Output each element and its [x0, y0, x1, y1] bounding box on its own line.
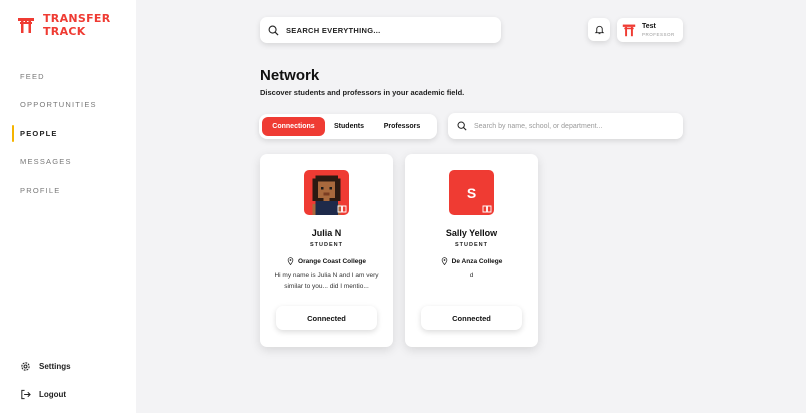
book-icon — [482, 205, 492, 213]
tab-professors[interactable]: Professors — [373, 117, 431, 136]
sidebar-item-feed[interactable]: FEED — [0, 62, 136, 91]
global-search-placeholder: SEARCH EVERYTHING... — [286, 25, 381, 35]
sidebar: TRANSFER TRACK FEED OPPORTUNITIES PEOPLE… — [0, 0, 136, 413]
search-icon — [457, 121, 467, 131]
logout-label: Logout — [39, 389, 67, 399]
tab-students[interactable]: Students — [325, 117, 373, 136]
avatar: S — [449, 170, 494, 215]
search-icon — [268, 25, 279, 36]
page-title: Network — [260, 67, 320, 84]
avatar-initial: S — [466, 184, 477, 201]
notifications-button[interactable] — [588, 18, 610, 41]
page-subtitle: Discover students and professors in your… — [260, 88, 465, 97]
sidebar-bottom: Settings Logout — [20, 352, 71, 408]
tab-connections[interactable]: Connections — [262, 117, 325, 136]
network-tabs: Connections Students Professors — [259, 114, 437, 139]
sidebar-item-messages[interactable]: MESSAGES — [0, 148, 136, 177]
person-name: Sally Yellow — [445, 228, 498, 238]
people-search-input[interactable]: Search by name, school, or department... — [448, 113, 683, 139]
user-menu[interactable]: Test PROFESSOR — [617, 18, 683, 42]
person-role: STUDENT — [455, 242, 488, 248]
location-pin-icon — [287, 257, 294, 265]
gear-icon — [21, 361, 30, 371]
sidebar-item-profile[interactable]: PROFILE — [0, 176, 136, 205]
location-pin-icon — [441, 257, 447, 265]
connected-button[interactable]: Connected — [276, 306, 377, 330]
logo-line-1: TRANSFER — [43, 12, 111, 25]
person-bio: d — [469, 272, 474, 279]
user-name: Test — [642, 22, 656, 30]
person-school: Orange Coast College — [260, 257, 393, 265]
person-school-name: De Anza College — [451, 257, 503, 265]
person-school-name: Orange Coast College — [298, 257, 366, 265]
people-search-placeholder: Search by name, school, or department... — [474, 122, 603, 130]
logo-line-2: TRACK — [43, 25, 86, 38]
connected-button[interactable]: Connected — [421, 306, 522, 330]
sidebar-nav: FEED OPPORTUNITIES PEOPLE MESSAGES PROFI… — [0, 62, 136, 205]
torii-logo-icon — [18, 18, 34, 33]
logout-icon — [21, 389, 31, 399]
app-logo[interactable]: TRANSFER TRACK — [17, 12, 111, 38]
user-role: PROFESSOR — [642, 31, 675, 37]
logout-link[interactable]: Logout — [20, 380, 71, 408]
book-icon — [337, 205, 347, 213]
person-name: Julia N — [311, 228, 342, 238]
user-avatar-icon — [622, 24, 636, 37]
person-card[interactable]: S Sally Yellow STUDENT De Anza College d… — [405, 154, 538, 347]
settings-link[interactable]: Settings — [20, 352, 71, 380]
global-search-input[interactable]: SEARCH EVERYTHING... — [260, 17, 501, 43]
bell-icon — [594, 25, 604, 35]
person-card[interactable]: Julia N STUDENT Orange Coast College Hi … — [260, 154, 393, 347]
person-school: De Anza College — [405, 257, 538, 265]
sidebar-item-people[interactable]: PEOPLE — [0, 119, 136, 148]
settings-label: Settings — [39, 361, 71, 371]
person-bio: Hi my name is Julia N and I am very simi… — [274, 272, 379, 290]
sidebar-item-opportunities[interactable]: OPPORTUNITIES — [0, 91, 136, 120]
avatar — [304, 170, 349, 215]
person-role: STUDENT — [310, 242, 343, 248]
